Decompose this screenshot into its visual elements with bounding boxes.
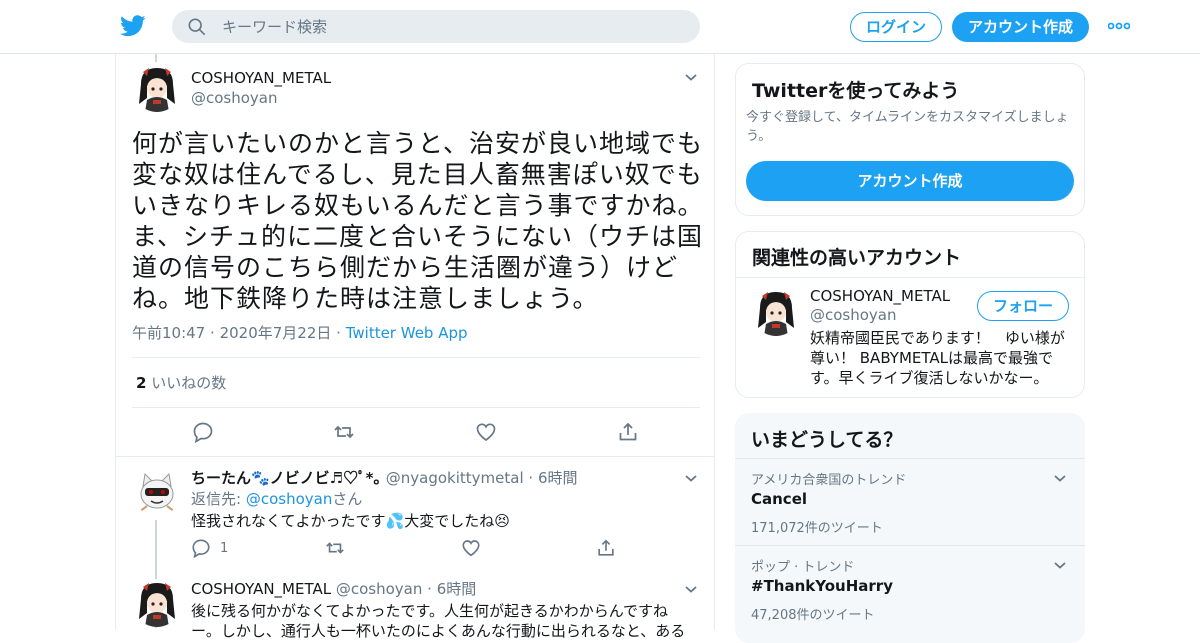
reply-count: 1 (220, 541, 229, 556)
divider (132, 407, 700, 408)
chevron-down-icon[interactable] (1053, 560, 1067, 570)
chevron-down-icon[interactable] (1053, 473, 1067, 483)
reply-time[interactable]: 6時間 (437, 580, 477, 598)
like-heart-icon[interactable] (461, 538, 481, 558)
divider (736, 277, 1084, 278)
avatar[interactable] (133, 64, 181, 112)
trend-item[interactable]: アメリカ合衆国のトレンド Cancel 171,072件のツイート (735, 459, 1085, 545)
chevron-down-icon[interactable] (684, 72, 698, 82)
meta-separator: · (336, 324, 346, 342)
avatar[interactable] (752, 288, 800, 336)
tweet-date[interactable]: 2020年7月22日 (220, 324, 332, 342)
tweet-meta: 午前10:47 · 2020年7月22日 · Twitter Web App (132, 322, 468, 343)
related-account-name[interactable]: COSHOYAN_METAL (810, 287, 950, 305)
search-box[interactable] (172, 10, 700, 43)
signup-card-button[interactable]: アカウント作成 (746, 161, 1074, 201)
reply-text: 怪我されなくてよかったです💦大変でしたね😣 (191, 512, 510, 530)
avatar[interactable] (133, 468, 181, 516)
avatar-illustration-icon (133, 64, 181, 112)
author-handle[interactable]: @coshoyan (191, 89, 278, 107)
tweet-source-link[interactable]: Twitter Web App (346, 324, 468, 342)
signup-button[interactable]: アカウント作成 (952, 12, 1089, 42)
more-options-icon[interactable] (1108, 20, 1130, 32)
reply-text: 後に残る何かがなくてよかったです。人生何が起きるかわからんですね (191, 602, 669, 620)
card-subtitle: 今すぐ登録して、タイムラインをカスタマイズしましょう。 (746, 110, 1069, 144)
avatar-cat-icon (133, 468, 181, 516)
related-account-handle[interactable]: @coshoyan (810, 306, 897, 324)
reply-icon[interactable] (192, 421, 214, 443)
avatar-illustration-icon (133, 579, 181, 627)
retweet-icon[interactable] (333, 421, 355, 443)
like-heart-icon[interactable] (475, 421, 497, 443)
likes-count: 2 (136, 374, 147, 392)
reply-author-name[interactable]: ちーたん🐾ノビノビ♬♡ﾟ*｡ (191, 469, 381, 487)
reply-to-label: 返信先: (191, 490, 246, 508)
tweet-text: 何が言いたいのかと言うと、治安が良い地域でも変な奴は住んでるし、見た目人畜無害ぽ… (132, 129, 704, 313)
reply-author-handle[interactable]: @nyagokittymetal (386, 469, 524, 487)
follow-button[interactable]: フォロー (977, 291, 1069, 321)
card-title: いまどうしてる？ (751, 429, 903, 451)
related-account-bio: 妖精帝國臣民であります！ ゆい様が尊い！ BABYMETALは最高で最強です。早… (810, 329, 1065, 387)
card-title: Twitterを使ってみよう (752, 80, 960, 102)
trend-count: 47,208件のツイート (751, 608, 875, 623)
signup-card: Twitterを使ってみよう 今すぐ登録して、タイムラインをカスタマイズしましょ… (735, 63, 1085, 216)
reply-author-name[interactable]: COSHOYAN_METAL (191, 580, 331, 598)
reply-to-line: 返信先: @coshoyanさん (191, 488, 362, 509)
likes-label: いいねの数 (151, 374, 227, 392)
avatar-illustration-icon (752, 288, 800, 336)
reply-author-line: ちーたん🐾ノビノビ♬♡ﾟ*｡ @nyagokittymetal · 6時間 (191, 467, 578, 488)
retweet-icon[interactable] (325, 538, 345, 558)
meta-separator: · (210, 324, 220, 342)
trend-name[interactable]: #ThankYouHarry (751, 577, 893, 595)
reply-to-handle-link[interactable]: @coshoyan (246, 490, 333, 508)
tweet-time[interactable]: 午前10:47 (132, 324, 205, 342)
thread-line (155, 54, 157, 62)
reply-icon[interactable] (191, 538, 211, 558)
reply-author-handle[interactable]: @coshoyan (336, 580, 423, 598)
login-button[interactable]: ログイン (850, 12, 942, 42)
reply-text: ー。しかし、通行人も一杯いたのによくあんな行動に出られるなと、ある (191, 622, 686, 640)
reply-to-suffix: さん (332, 490, 363, 508)
divider (132, 357, 700, 358)
share-icon[interactable] (617, 421, 639, 443)
trends-card: いまどうしてる？ アメリカ合衆国のトレンド Cancel 171,072件のツイ… (735, 413, 1085, 643)
search-input[interactable] (222, 10, 682, 43)
reply-time[interactable]: 6時間 (538, 469, 578, 487)
trend-name[interactable]: Cancel (751, 490, 807, 508)
meta-separator: · (528, 469, 538, 487)
share-icon[interactable] (596, 538, 616, 558)
divider (116, 456, 714, 457)
reply-author-line: COSHOYAN_METAL @coshoyan · 6時間 (191, 578, 476, 599)
avatar[interactable] (133, 579, 181, 627)
related-account-card: 関連性の高いアカウント COSHOYAN_METAL @coshoyan フォロ… (735, 231, 1085, 398)
trend-category: ポップ · トレンド (751, 560, 855, 575)
search-icon (188, 18, 206, 36)
tweet-column: COSHOYAN_METAL @coshoyan 何が言いたいのかと言うと、治安… (115, 54, 715, 640)
chevron-down-icon[interactable] (684, 473, 698, 483)
chevron-down-icon[interactable] (684, 584, 698, 594)
trend-category: アメリカ合衆国のトレンド (751, 473, 907, 488)
meta-separator: · (427, 580, 437, 598)
card-title: 関連性の高いアカウント (752, 247, 962, 269)
trend-item[interactable]: ポップ · トレンド #ThankYouHarry 47,208件のツイート (735, 546, 1085, 632)
likes-stat[interactable]: 2 いいねの数 (136, 372, 226, 393)
trend-count: 171,072件のツイート (751, 521, 883, 536)
author-name[interactable]: COSHOYAN_METAL (191, 69, 331, 87)
twitter-bird-icon[interactable] (120, 14, 146, 38)
top-bar: ログイン アカウント作成 (0, 0, 1200, 54)
